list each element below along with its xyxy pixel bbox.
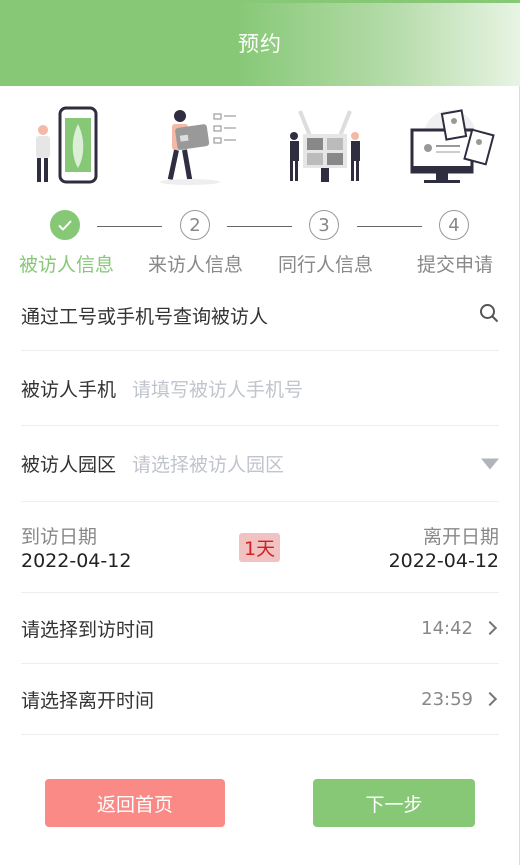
arrive-date-value[interactable]: 2022-04-12 — [21, 550, 131, 572]
step-1-label: 被访人信息 — [19, 254, 115, 276]
leave-time-value: 23:59 — [421, 688, 473, 710]
illustration-monitor — [410, 106, 495, 186]
step-connector — [357, 226, 422, 227]
step-2-label: 来访人信息 — [148, 254, 244, 276]
back-home-button[interactable]: 返回首页 — [45, 779, 225, 827]
step-4-label: 提交申请 — [417, 254, 494, 276]
host-search-row[interactable]: 通过工号或手机号查询被访人 — [21, 280, 499, 351]
page-title: 预约 — [238, 32, 282, 56]
search-icon[interactable] — [479, 303, 499, 327]
host-phone-label: 被访人手机 — [21, 378, 117, 401]
leave-date-label: 离开日期 — [422, 526, 499, 548]
visit-dates-row: 到访日期 2022-04-12 1天 离开日期 2022-04-12 — [21, 502, 499, 593]
triangle-down-icon[interactable] — [481, 458, 499, 469]
leave-time-row[interactable]: 请选择离开时间 23:59 — [21, 664, 499, 735]
arrive-date-label: 到访日期 — [21, 526, 98, 548]
arrive-time-row[interactable]: 请选择到访时间 14:42 — [21, 593, 499, 664]
arrive-time-label: 请选择到访时间 — [21, 618, 155, 641]
illustration-card — [150, 106, 245, 186]
illustration-kiosk — [285, 106, 365, 186]
host-search-input[interactable]: 通过工号或手机号查询被访人 — [21, 302, 268, 329]
step-3-label: 同行人信息 — [278, 254, 374, 276]
illustration-phone — [30, 106, 100, 186]
host-park-label: 被访人园区 — [21, 454, 117, 476]
step-4-circle: 4 — [439, 210, 469, 240]
progress-stepper: 2 3 4 被访人信息 来访人信息 同行人信息 提交申请 — [0, 208, 520, 278]
host-phone-row[interactable]: 被访人手机 请填写被访人手机号 — [21, 351, 499, 426]
step-2-circle: 2 — [180, 210, 210, 240]
step-1-check-icon — [50, 210, 80, 240]
step-connector — [97, 226, 162, 227]
step-connector — [227, 226, 292, 227]
next-step-button[interactable]: 下一步 — [313, 779, 475, 827]
arrive-time-value: 14:42 — [421, 617, 473, 639]
host-park-select[interactable]: 请选择被访人园区 — [132, 450, 284, 477]
chevron-right-icon — [482, 620, 498, 636]
step-3-circle: 3 — [309, 210, 339, 240]
leave-time-label: 请选择离开时间 — [21, 689, 155, 712]
host-park-row[interactable]: 被访人园区 请选择被访人园区 — [21, 426, 499, 502]
header-top-bar — [0, 0, 520, 3]
chevron-right-icon — [482, 691, 498, 707]
app-header: 预约 — [0, 0, 520, 86]
leave-date-value[interactable]: 2022-04-12 — [389, 550, 499, 572]
host-phone-input[interactable]: 请填写被访人手机号 — [132, 375, 303, 402]
duration-badge: 1天 — [239, 533, 281, 562]
